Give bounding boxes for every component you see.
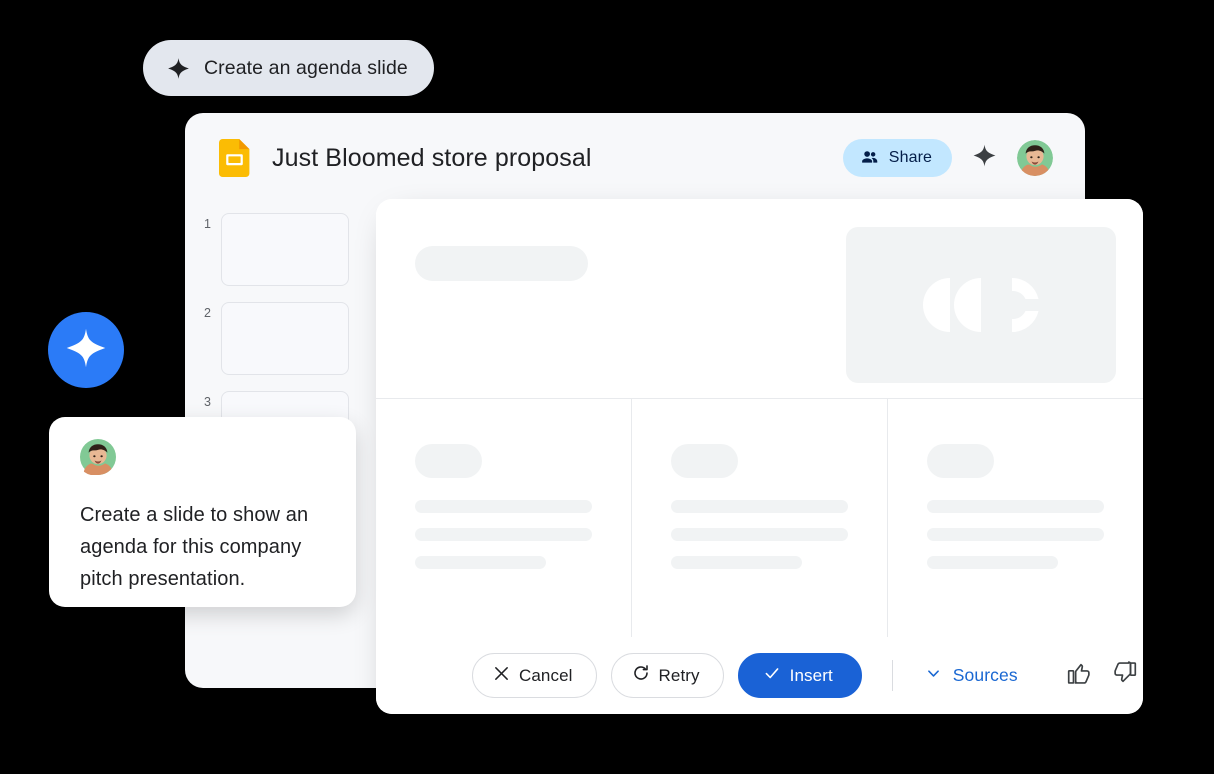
gemini-sparkle-icon (65, 327, 107, 374)
retry-button[interactable]: Retry (610, 653, 724, 698)
google-slides-icon (219, 139, 250, 177)
prompt-text: Create a slide to show an agenda for thi… (80, 504, 309, 590)
sources-button[interactable]: Sources (921, 659, 1022, 693)
slide-columns (376, 398, 1143, 637)
slide-column (632, 398, 888, 637)
insert-button[interactable]: Insert (737, 653, 862, 698)
gemini-sparkle-badge[interactable] (48, 312, 124, 388)
slide-column (376, 398, 632, 637)
text-line-placeholder (671, 556, 802, 569)
slide-thumbnail[interactable] (221, 213, 349, 286)
text-line-placeholder (415, 528, 592, 541)
share-button-label: Share (888, 149, 932, 166)
text-line-placeholder (927, 500, 1104, 513)
suggestion-chip-label: Create an agenda slide (204, 56, 408, 79)
sparkle-icon[interactable] (970, 143, 999, 173)
insert-button-label: Insert (789, 665, 833, 685)
cancel-button-label: Cancel (519, 665, 573, 685)
heading-placeholder (671, 444, 738, 478)
thumb-down-icon[interactable] (1109, 657, 1141, 694)
avatar[interactable] (1017, 140, 1053, 176)
list-item[interactable]: 2 (185, 302, 380, 375)
people-icon (860, 147, 879, 169)
text-line-placeholder (415, 500, 592, 513)
slide-number: 3 (204, 395, 211, 409)
avatar (80, 439, 116, 479)
share-button[interactable]: Share (842, 139, 952, 177)
slide-number: 1 (204, 217, 211, 231)
heading-placeholder (927, 444, 994, 478)
slide-number: 2 (204, 306, 211, 320)
feedback-controls (1063, 657, 1141, 694)
close-icon (493, 665, 510, 687)
text-line-placeholder (927, 556, 1058, 569)
check-icon (763, 664, 781, 687)
thumb-up-icon[interactable] (1063, 657, 1095, 694)
sparkle-icon (167, 57, 190, 80)
screenshot-root: Create an agenda slide Just Bloomed stor… (0, 0, 1214, 774)
cancel-button[interactable]: Cancel (472, 653, 597, 698)
text-line-placeholder (671, 500, 848, 513)
text-line-placeholder (927, 528, 1104, 541)
suggestion-chip[interactable]: Create an agenda slide (143, 40, 434, 96)
divider (891, 660, 893, 691)
retry-button-label: Retry (658, 665, 700, 685)
text-line-placeholder (415, 556, 546, 569)
header-actions: Share (842, 139, 1053, 177)
document-title: Just Bloomed store proposal (272, 143, 592, 172)
action-bar: Cancel Retry Insert Sources (376, 637, 1143, 714)
heading-placeholder (415, 444, 482, 478)
chevron-down-icon (925, 665, 942, 687)
sources-button-label: Sources (952, 665, 1018, 685)
slide-thumbnail[interactable] (221, 302, 349, 375)
list-item[interactable]: 1 (185, 213, 380, 286)
slide-column (888, 398, 1143, 637)
title-placeholder (415, 246, 588, 281)
image-placeholder (846, 227, 1116, 383)
generated-slide-overlay: Cancel Retry Insert Sources (376, 199, 1143, 714)
user-prompt-card: Create a slide to show an agenda for thi… (49, 417, 356, 607)
slides-header: Just Bloomed store proposal Share (185, 113, 1085, 203)
refresh-icon (632, 664, 650, 687)
slide-preview (376, 199, 1143, 637)
text-line-placeholder (671, 528, 848, 541)
